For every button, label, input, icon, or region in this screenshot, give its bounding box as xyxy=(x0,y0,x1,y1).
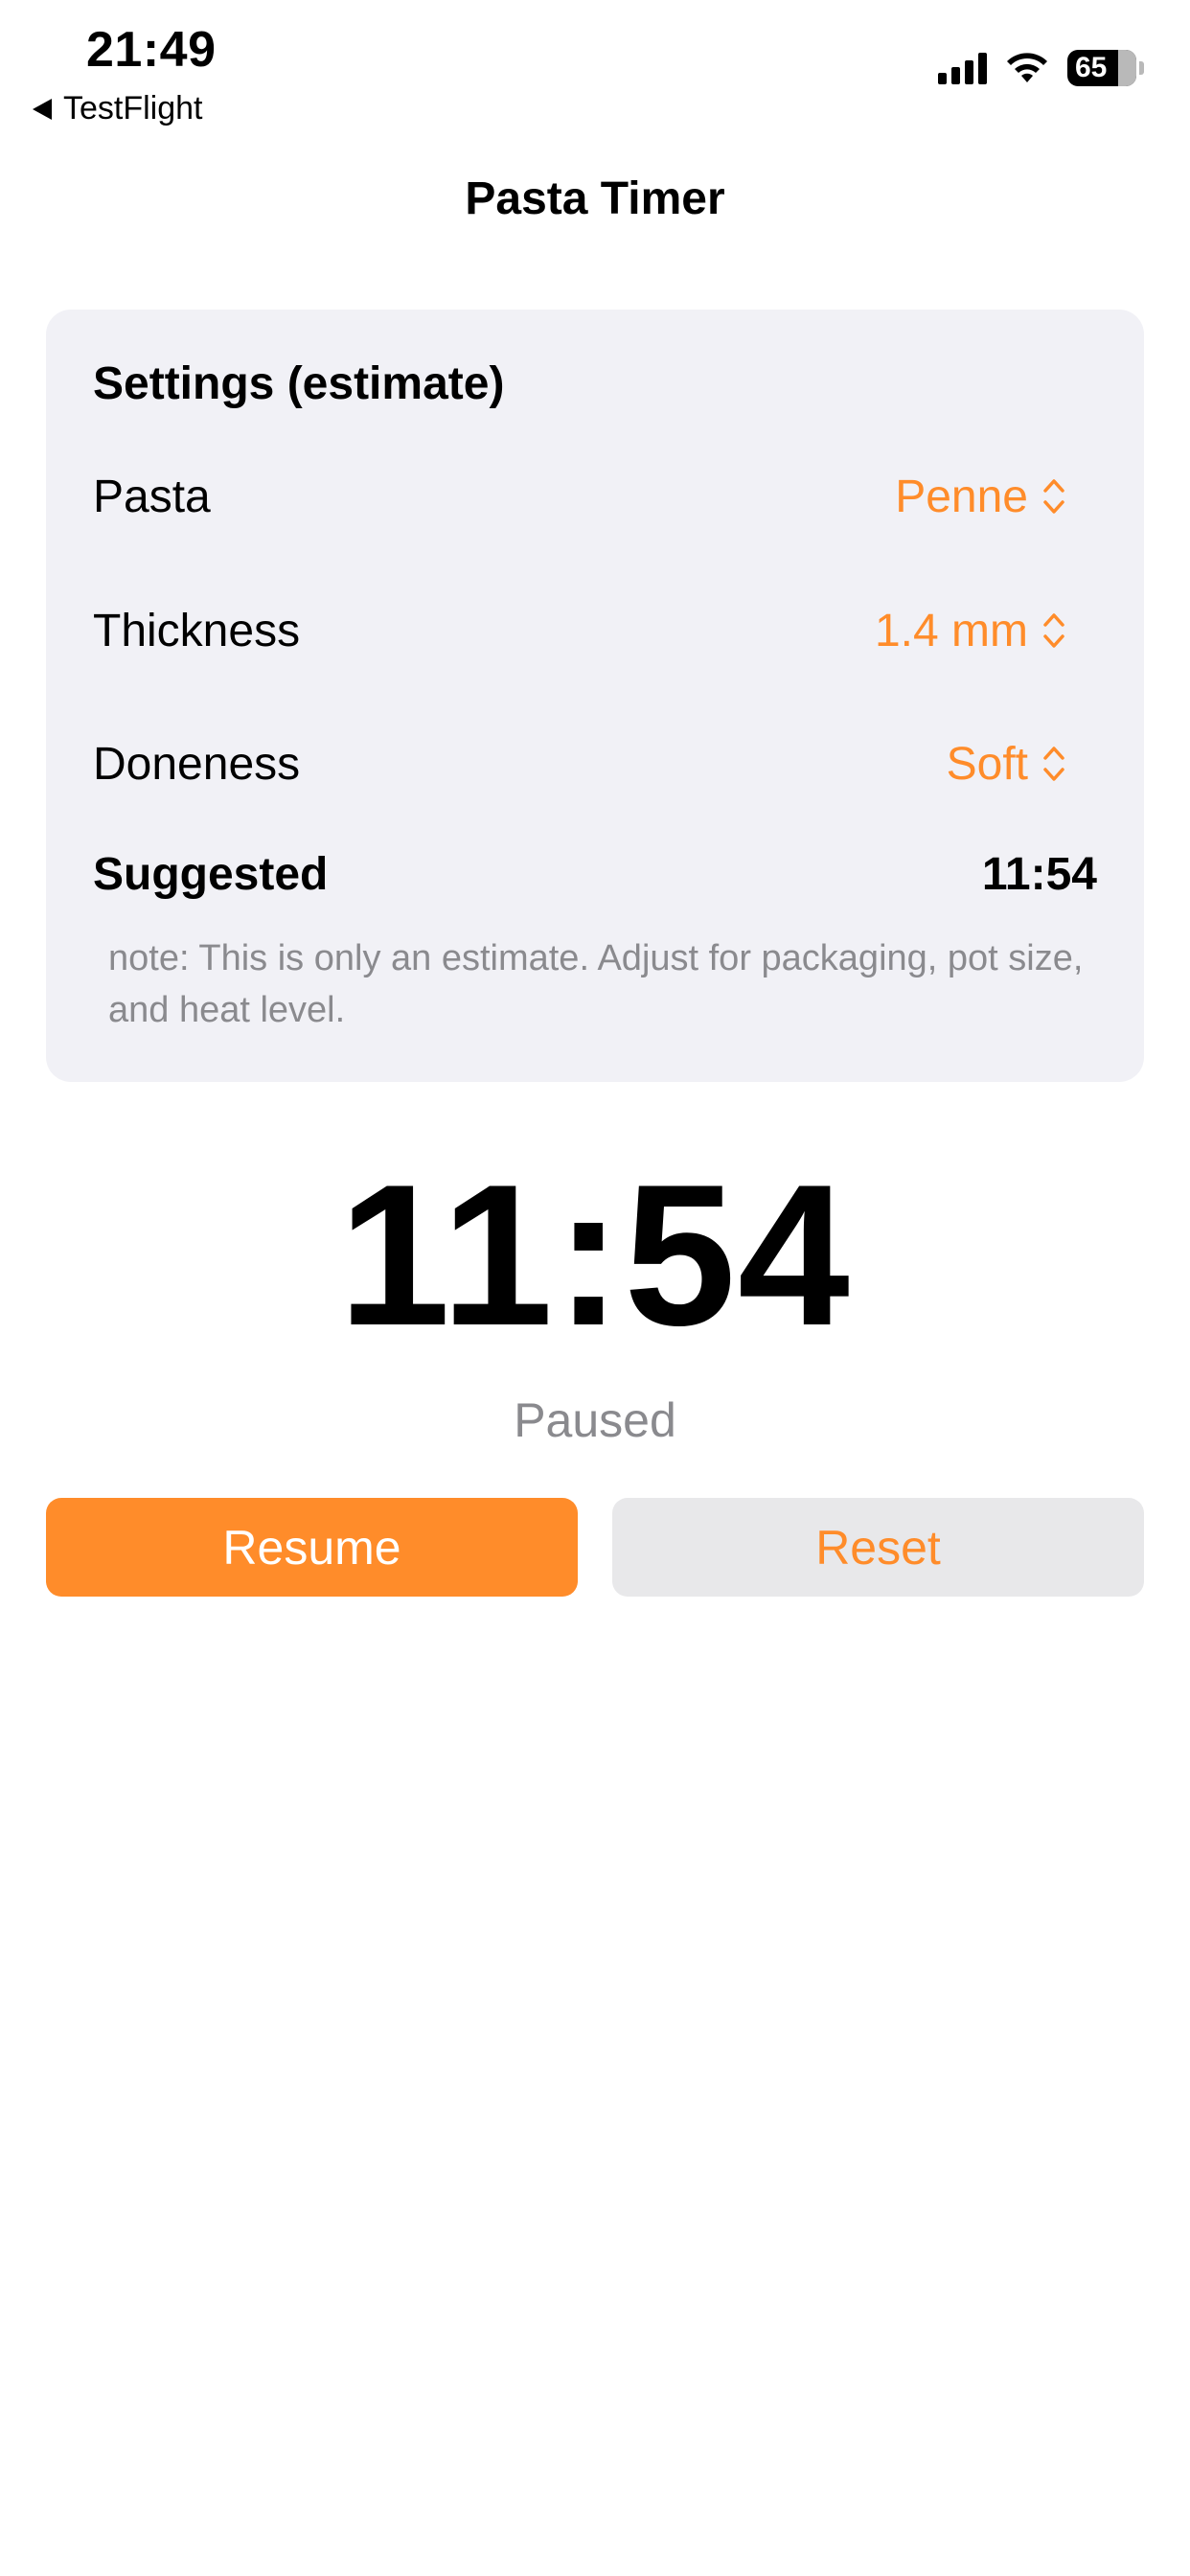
wifi-icon xyxy=(1007,53,1047,82)
pasta-label: Pasta xyxy=(93,471,211,522)
resume-button[interactable]: Resume xyxy=(46,1498,578,1597)
estimate-note: note: This is only an estimate. Adjust f… xyxy=(108,938,1084,1030)
status-time: 21:49 xyxy=(86,22,217,78)
pasta-row: Pasta Penne xyxy=(93,458,1097,535)
suggested-value: 11:54 xyxy=(981,848,1097,900)
thickness-value: 1.4 mm xyxy=(874,605,1028,656)
pasta-value: Penne xyxy=(895,471,1028,522)
back-to-app-button[interactable]: TestFlight xyxy=(33,90,203,127)
doneness-label: Doneness xyxy=(93,738,301,790)
doneness-value: Soft xyxy=(946,738,1028,790)
pasta-picker[interactable]: Penne xyxy=(895,471,1066,523)
doneness-row: Doneness Soft xyxy=(93,725,1097,802)
doneness-picker[interactable]: Soft xyxy=(947,738,1066,791)
battery-icon: 65 xyxy=(1067,50,1136,86)
cellular-signal-icon xyxy=(938,52,987,84)
chevron-up-down-icon xyxy=(1043,747,1064,781)
chevron-up-down-icon xyxy=(1043,613,1064,648)
settings-card: Settings (estimate) Pasta Penne Thicknes… xyxy=(46,310,1144,1082)
thickness-label: Thickness xyxy=(93,605,301,656)
thickness-row: Thickness 1.4 mm xyxy=(93,592,1097,669)
status-icons: 65 xyxy=(938,50,1144,86)
timer-state: Paused xyxy=(514,1393,676,1447)
back-app-label: TestFlight xyxy=(63,90,203,126)
settings-title: Settings (estimate) xyxy=(93,358,505,409)
screen: 21:49 TestFlight 65 Pasta Timer Settings… xyxy=(0,0,1190,2576)
timer-display: 11:54 xyxy=(338,1142,852,1368)
suggested-row: Suggested 11:54 xyxy=(93,836,1097,912)
chevron-up-down-icon xyxy=(1043,479,1064,514)
reset-button[interactable]: Reset xyxy=(612,1498,1144,1597)
battery-percent: 65 xyxy=(1075,52,1108,83)
page-title: Pasta Timer xyxy=(465,173,725,224)
thickness-picker[interactable]: 1.4 mm xyxy=(875,605,1066,657)
suggested-label: Suggested xyxy=(93,848,329,900)
back-triangle-icon xyxy=(33,98,52,120)
